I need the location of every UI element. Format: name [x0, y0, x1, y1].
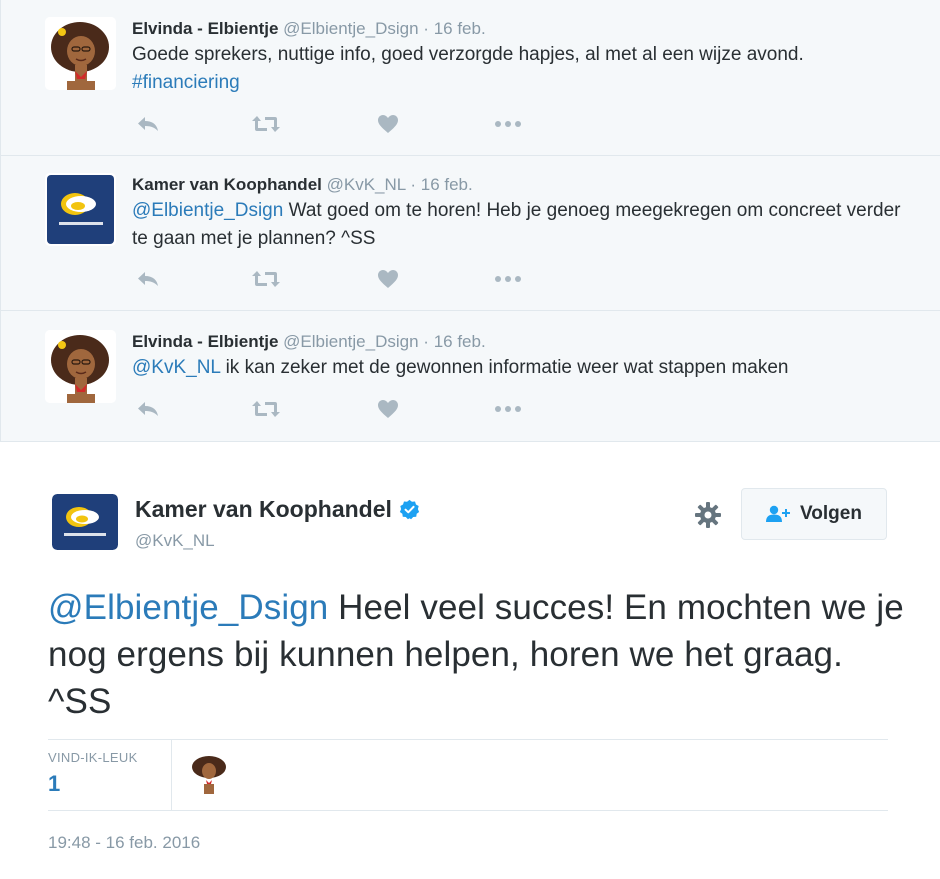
author-handle[interactable]: @KvK_NL [135, 531, 215, 551]
mention-link[interactable]: @Elbientje_Dsign [132, 200, 283, 221]
more-button[interactable] [492, 266, 524, 292]
retweet-button[interactable] [250, 266, 282, 292]
author-handle[interactable]: @Elbientje_Dsign [283, 332, 418, 351]
retweet-button[interactable] [250, 396, 282, 422]
reply-thread: Elvinda - Elbientje @Elbientje_Dsign · 1… [0, 0, 940, 442]
separator-dot: · [410, 175, 417, 194]
like-button[interactable] [372, 396, 404, 422]
likes-stat[interactable]: VIND-IK-LEUK 1 [48, 750, 138, 797]
stats-divider [171, 740, 172, 810]
hashtag-link[interactable]: #financiering [132, 72, 240, 93]
tweet-actions [132, 266, 532, 292]
tweet-text: Goede sprekers, nuttige info, goed verzo… [132, 41, 912, 97]
author-name[interactable]: Elvinda - Elbientje [132, 19, 278, 38]
reply-tweet[interactable]: Elvinda - Elbientje @Elbientje_Dsign · 1… [1, 311, 940, 442]
heart-icon [378, 115, 398, 133]
settings-button[interactable] [692, 499, 724, 531]
tweet-text-body: Goede sprekers, nuttige info, goed verzo… [132, 44, 804, 65]
reply-header: Elvinda - Elbientje @Elbientje_Dsign · 1… [132, 331, 912, 353]
avatar[interactable] [45, 17, 116, 90]
more-button[interactable] [492, 396, 524, 422]
main-tweet-text: @Elbientje_Dsign Heel veel succes! En mo… [48, 584, 908, 725]
like-button[interactable] [372, 111, 404, 137]
author-name[interactable]: Kamer van Koophandel [132, 175, 322, 194]
avatar[interactable] [45, 173, 116, 246]
reply-icon [138, 117, 158, 131]
separator-dot: · [423, 332, 429, 351]
tweet-text: @Elbientje_Dsign Wat goed om te horen! H… [132, 197, 912, 253]
avatar[interactable] [45, 330, 116, 403]
author-handle[interactable]: @KvK_NL [327, 175, 406, 194]
like-button[interactable] [372, 266, 404, 292]
retweet-icon [252, 271, 280, 287]
reply-button[interactable] [132, 111, 164, 137]
reply-header: Kamer van Koophandel @KvK_NL · 16 feb. [132, 174, 912, 196]
tweet-date[interactable]: 16 feb. [421, 175, 473, 194]
tweet-text-body: ik kan zeker met de gewonnen informatie … [220, 357, 789, 378]
tweet-date[interactable]: 16 feb. [434, 19, 486, 38]
mention-link[interactable]: @KvK_NL [132, 357, 220, 378]
author-handle[interactable]: @Elbientje_Dsign [283, 19, 418, 38]
main-author: Kamer van Koophandel [135, 496, 420, 523]
likes-label: VIND-IK-LEUK [48, 750, 138, 765]
reply-button[interactable] [132, 396, 164, 422]
verified-badge-icon [399, 499, 420, 520]
reply-header: Elvinda - Elbientje @Elbientje_Dsign · 1… [132, 18, 912, 40]
retweet-icon [252, 401, 280, 417]
reply-icon [138, 402, 158, 416]
tweet-actions [132, 396, 532, 422]
reply-content: Elvinda - Elbientje @Elbientje_Dsign · 1… [132, 331, 912, 382]
tweet-stats: VIND-IK-LEUK 1 [48, 739, 888, 811]
retweet-icon [252, 116, 280, 132]
tweet-date[interactable]: 16 feb. [434, 332, 486, 351]
heart-icon [378, 400, 398, 418]
tweet-text: @KvK_NL ik kan zeker met de gewonnen inf… [132, 354, 912, 382]
mention-link[interactable]: @Elbientje_Dsign [48, 588, 328, 627]
reply-button[interactable] [132, 266, 164, 292]
more-button[interactable] [492, 111, 524, 137]
author-name[interactable]: Kamer van Koophandel [135, 496, 392, 523]
more-dots-icon [495, 121, 521, 127]
follow-button[interactable]: Volgen [741, 488, 887, 540]
reply-tweet[interactable]: Elvinda - Elbientje @Elbientje_Dsign · 1… [1, 0, 940, 156]
follow-label: Volgen [800, 503, 862, 524]
more-dots-icon [495, 276, 521, 282]
tweet-timestamp[interactable]: 19:48 - 16 feb. 2016 [48, 833, 200, 853]
reply-icon [138, 272, 158, 286]
more-dots-icon [495, 406, 521, 412]
follow-user-icon [766, 505, 791, 522]
author-name[interactable]: Elvinda - Elbientje [132, 332, 278, 351]
reply-content: Elvinda - Elbientje @Elbientje_Dsign · 1… [132, 18, 912, 97]
likes-count[interactable]: 1 [48, 771, 138, 797]
retweet-button[interactable] [250, 111, 282, 137]
gear-icon [695, 502, 721, 528]
liker-avatar[interactable] [189, 754, 229, 794]
avatar[interactable] [52, 494, 118, 550]
reply-tweet[interactable]: Kamer van Koophandel @KvK_NL · 16 feb. @… [1, 156, 940, 311]
heart-icon [378, 270, 398, 288]
separator-dot: · [423, 19, 429, 38]
main-tweet: Kamer van Koophandel @KvK_NL Volgen @Elb… [0, 442, 940, 879]
reply-content: Kamer van Koophandel @KvK_NL · 16 feb. @… [132, 174, 912, 253]
tweet-actions [132, 111, 532, 137]
